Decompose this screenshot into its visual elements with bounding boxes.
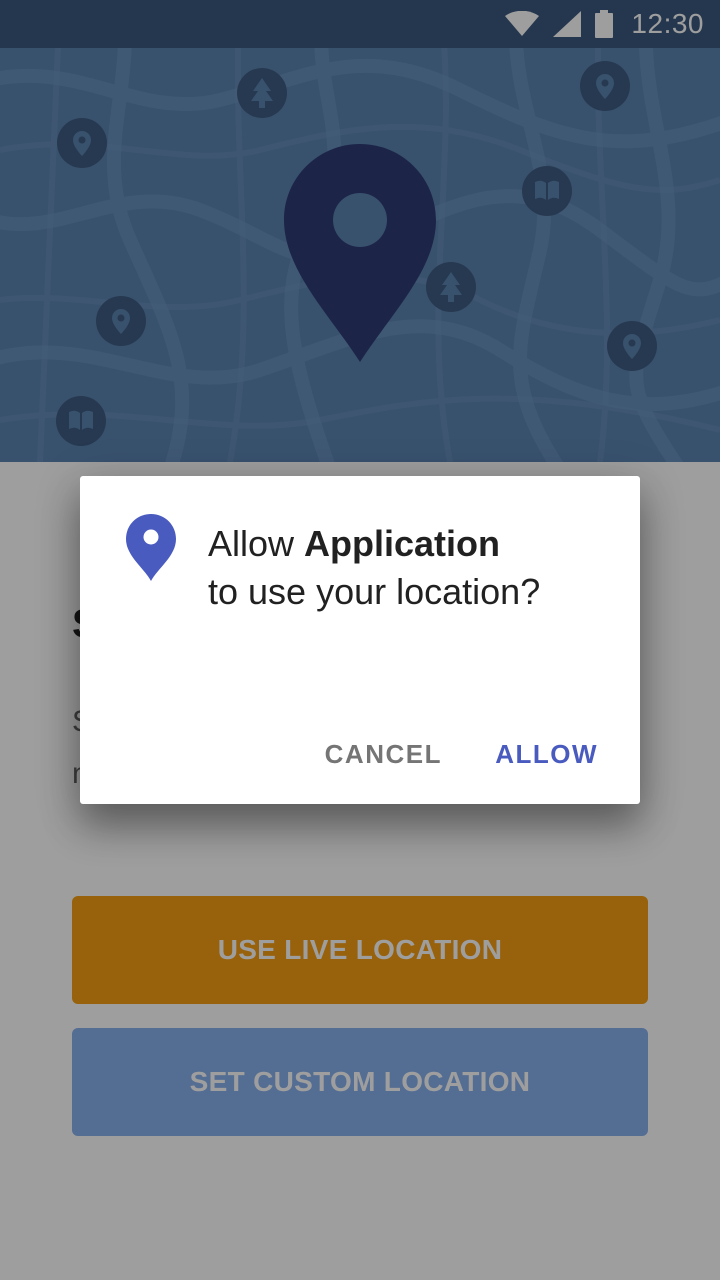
cancel-button[interactable]: CANCEL — [325, 726, 442, 782]
location-permission-dialog: Allow Application to use your location? … — [80, 476, 640, 804]
dialog-message-prefix: Allow — [208, 523, 305, 564]
dialog-message-suffix: to use your location? — [208, 571, 541, 612]
dialog-actions: CANCEL ALLOW — [80, 700, 640, 804]
allow-button[interactable]: ALLOW — [495, 726, 598, 782]
dialog-message: Allow Application to use your location? — [208, 520, 568, 616]
location-pin-icon — [126, 514, 176, 581]
dialog-app-name: Application — [304, 523, 501, 564]
